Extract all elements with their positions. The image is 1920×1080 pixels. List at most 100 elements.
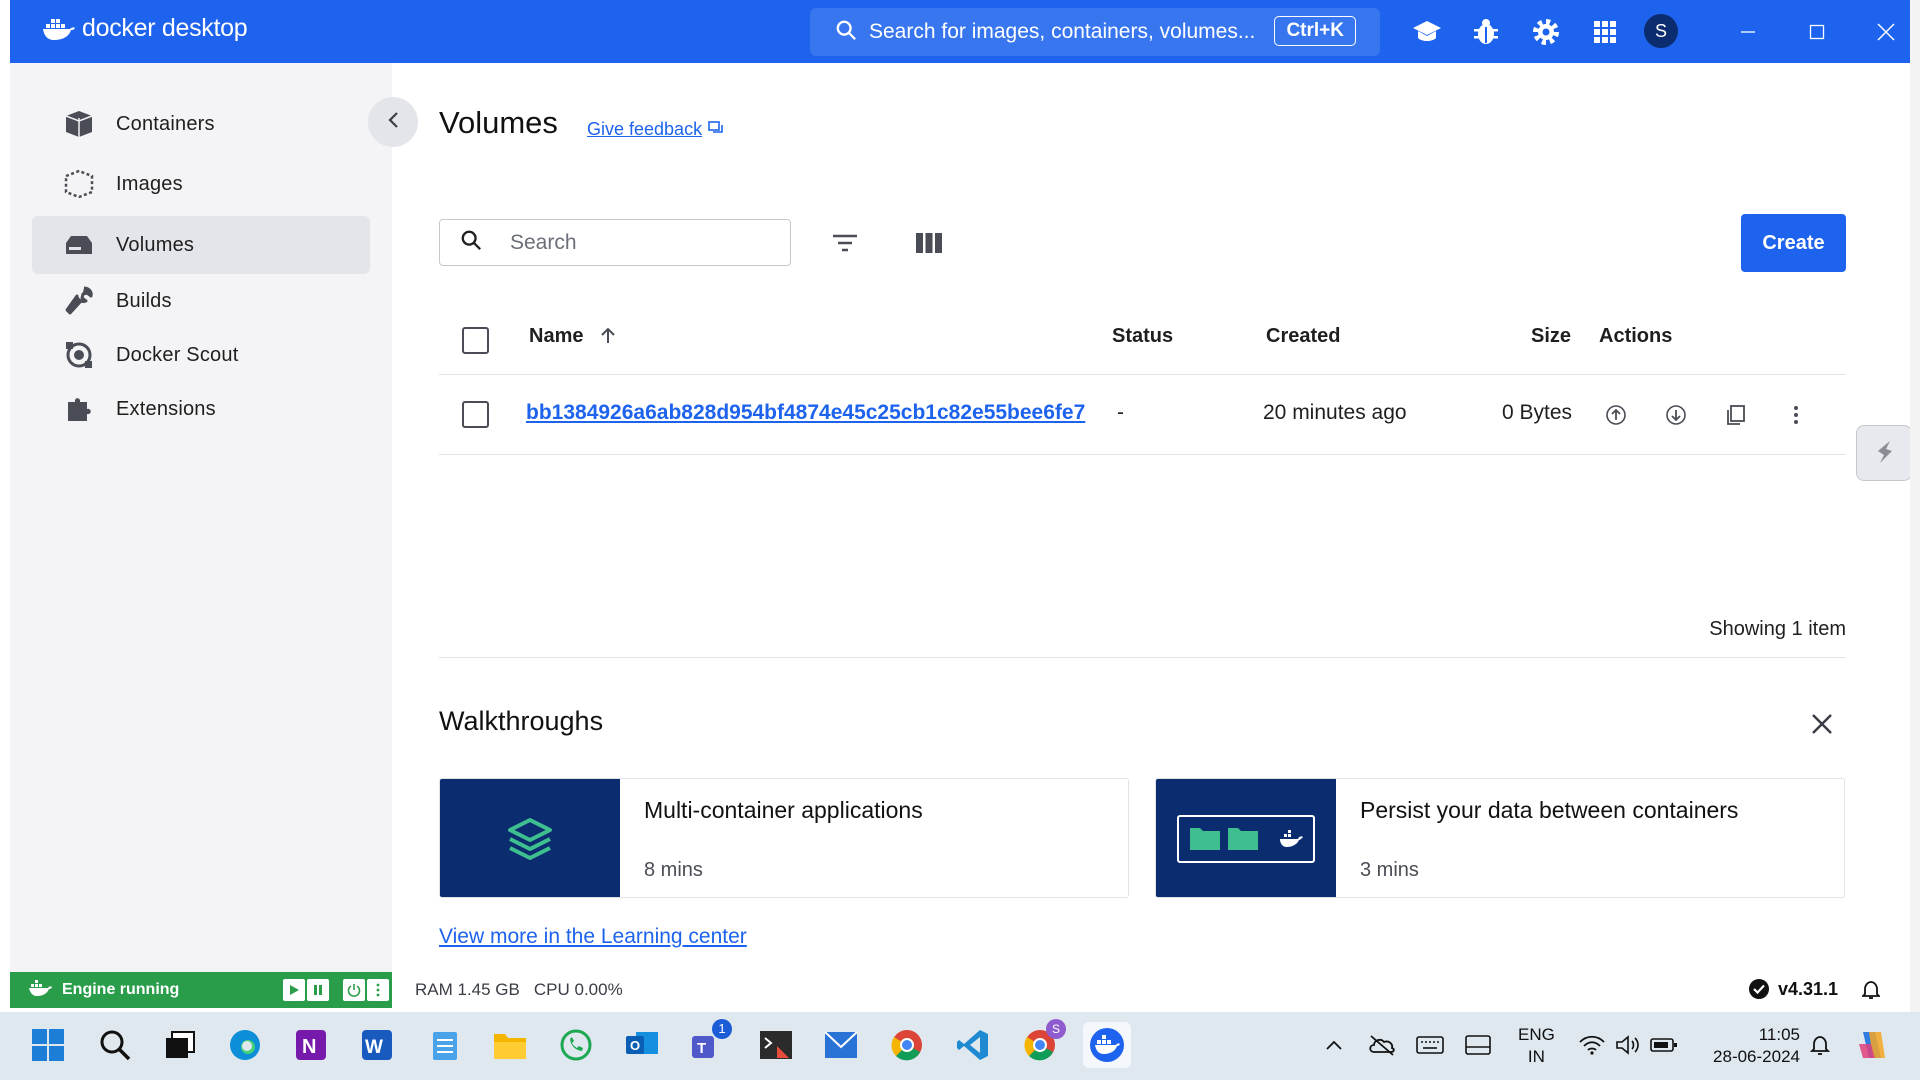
close-window-icon[interactable] <box>1872 18 1900 46</box>
column-header-size[interactable]: Size <box>1531 325 1571 348</box>
teams-icon[interactable]: T 1 <box>688 1019 732 1065</box>
docker-whale-icon <box>28 979 52 1002</box>
close-walkthroughs-icon[interactable] <box>1807 709 1837 739</box>
section-divider <box>439 657 1846 658</box>
svg-text:W: W <box>365 1037 383 1058</box>
file-explorer-icon[interactable] <box>490 1025 530 1065</box>
columns-icon[interactable] <box>912 226 946 260</box>
ram-usage: RAM 1.45 GB <box>415 980 520 999</box>
user-avatar[interactable]: S <box>1644 14 1678 48</box>
engine-more-icon[interactable] <box>367 979 389 1001</box>
chrome-profile-icon[interactable]: S <box>1020 1019 1066 1065</box>
svg-text:N: N <box>302 1036 316 1058</box>
column-header-name[interactable]: Name <box>529 325 617 348</box>
volume-name-link[interactable]: bb1384926a6ab828d954bf4874e45c25cb1c82e5… <box>526 401 1096 425</box>
walkthrough-card-title: Persist your data between containers <box>1360 797 1739 823</box>
docker-scout-icon <box>62 338 96 372</box>
task-view-icon[interactable] <box>160 1025 200 1065</box>
minimize-icon[interactable] <box>1734 18 1762 46</box>
docker-whale-icon <box>43 18 75 40</box>
battery-icon[interactable] <box>1644 1025 1684 1065</box>
maximize-icon[interactable] <box>1803 18 1831 46</box>
walkthrough-card-persist-data[interactable]: Persist your data between containers 3 m… <box>1155 778 1845 898</box>
search-icon[interactable] <box>95 1025 135 1065</box>
chevron-up-icon[interactable] <box>1314 1025 1354 1065</box>
global-search-bar[interactable]: Search for images, containers, volumes..… <box>810 8 1380 56</box>
floating-widget-icon[interactable] <box>1856 425 1910 481</box>
sidebar-item-label: Images <box>116 172 183 195</box>
onenote-icon[interactable]: N <box>291 1025 331 1065</box>
select-all-checkbox[interactable] <box>462 327 489 354</box>
version-indicator[interactable]: v4.31.1 <box>1748 978 1838 1000</box>
engine-play-icon[interactable] <box>283 979 305 1001</box>
volumes-table: Name Status Created Size Actions bb13849… <box>439 303 1846 455</box>
engine-power-icon[interactable] <box>343 979 365 1001</box>
windows-taskbar: N W O T 1 S ENG IN 11:05 28-06-2024 <box>0 1012 1920 1080</box>
word-icon[interactable]: W <box>357 1025 397 1065</box>
vscode-icon[interactable] <box>953 1025 993 1065</box>
containers-icon <box>62 107 96 141</box>
keyboard-icon[interactable] <box>1410 1025 1450 1065</box>
create-volume-button[interactable]: Create <box>1741 214 1846 272</box>
learning-center-link[interactable]: View more in the Learning center <box>439 925 747 949</box>
sort-ascending-icon <box>601 327 615 343</box>
sidebar-item-containers[interactable]: Containers <box>32 95 370 153</box>
sidebar-item-volumes[interactable]: Volumes <box>32 216 370 274</box>
shortcut-badge: Ctrl+K <box>1274 16 1356 46</box>
column-header-created[interactable]: Created <box>1266 325 1340 348</box>
sidebar-item-builds[interactable]: Builds <box>32 272 370 330</box>
chrome-icon[interactable] <box>887 1025 927 1065</box>
sidebar-item-docker-scout[interactable]: Docker Scout <box>32 326 370 384</box>
notifications-bell-icon[interactable] <box>1860 980 1882 1005</box>
engine-pause-icon[interactable] <box>307 979 329 1001</box>
give-feedback-link[interactable]: Give feedback <box>587 119 724 140</box>
region-code: IN <box>1527 1047 1545 1066</box>
terminal-icon[interactable] <box>756 1025 796 1065</box>
import-download-icon[interactable] <box>1662 401 1690 429</box>
column-header-status[interactable]: Status <box>1112 325 1173 348</box>
onedrive-offline-icon[interactable] <box>1362 1025 1402 1065</box>
tablet-mode-icon[interactable] <box>1458 1025 1498 1065</box>
copilot-icon[interactable] <box>1852 1025 1892 1065</box>
filter-icon[interactable] <box>828 226 862 260</box>
settings-gear-icon[interactable] <box>1531 17 1561 47</box>
sidebar-item-extensions[interactable]: Extensions <box>32 380 370 438</box>
mail-icon[interactable] <box>821 1025 861 1065</box>
edge-browser-icon[interactable] <box>225 1025 265 1065</box>
clock-time: 11:05 <box>1758 1025 1800 1044</box>
sidebar-item-images[interactable]: Images <box>32 155 370 213</box>
collapse-sidebar-button[interactable] <box>368 97 418 147</box>
cpu-usage: CPU 0.00% <box>533 980 623 999</box>
desktop-background-right <box>1910 0 1920 1012</box>
more-options-icon[interactable] <box>1782 401 1810 429</box>
language-indicator[interactable]: ENG IN <box>1518 1024 1555 1068</box>
clone-copy-icon[interactable] <box>1722 401 1750 429</box>
images-icon <box>62 167 96 201</box>
export-upload-icon[interactable] <box>1602 401 1630 429</box>
walkthrough-thumbnail <box>440 779 620 897</box>
volumes-icon <box>62 228 96 262</box>
docker-desktop-taskbar-icon[interactable] <box>1083 1022 1131 1068</box>
volume-created: 20 minutes ago <box>1263 401 1407 424</box>
volume-speaker-icon[interactable] <box>1608 1025 1648 1065</box>
system-clock[interactable]: 11:05 28-06-2024 <box>1700 1024 1800 1068</box>
apps-grid-icon[interactable] <box>1590 17 1620 47</box>
sidebar-item-label: Extensions <box>116 397 216 420</box>
troubleshoot-bug-icon[interactable] <box>1471 17 1501 47</box>
walkthrough-card-title: Multi-container applications <box>644 797 923 823</box>
main-content: Volumes Give feedback Search Create Name <box>392 63 1910 972</box>
whatsapp-icon[interactable] <box>556 1025 596 1065</box>
volume-search-input[interactable]: Search <box>439 219 791 266</box>
windows-start-icon[interactable] <box>28 1025 68 1065</box>
table-row[interactable]: bb1384926a6ab828d954bf4874e45c25cb1c82e5… <box>439 375 1846 455</box>
outlook-new-icon[interactable]: O <box>622 1025 662 1065</box>
notepad-icon[interactable] <box>425 1025 465 1065</box>
learning-center-icon[interactable] <box>1412 17 1442 47</box>
row-checkbox[interactable] <box>462 401 489 428</box>
walkthrough-card-multi-container[interactable]: Multi-container applications 8 mins <box>439 778 1129 898</box>
check-circle-icon <box>1749 979 1769 999</box>
extensions-puzzle-icon <box>62 392 96 426</box>
wifi-icon[interactable] <box>1572 1025 1612 1065</box>
notification-bell-icon[interactable] <box>1800 1025 1840 1065</box>
desktop-background-left <box>0 0 10 1012</box>
